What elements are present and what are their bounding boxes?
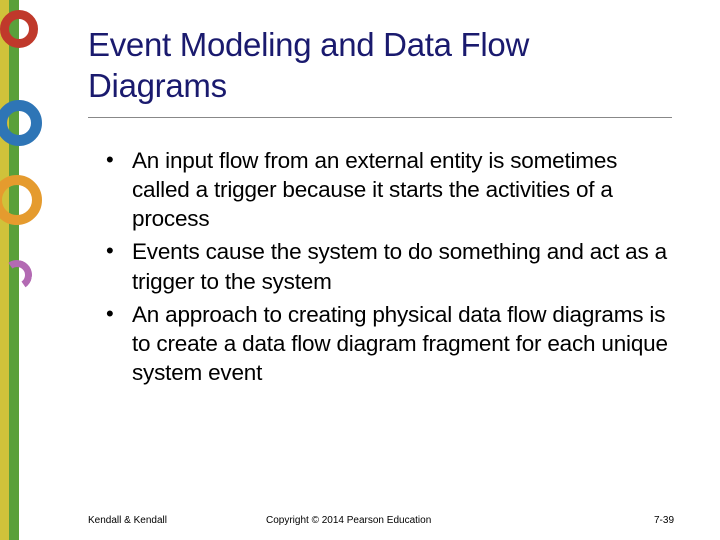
slide-content: Event Modeling and Data Flow Diagrams An… — [0, 0, 720, 540]
bullet-list: An input flow from an external entity is… — [88, 146, 672, 388]
bullet-item: An approach to creating physical data fl… — [112, 300, 672, 388]
bullet-item: An input flow from an external entity is… — [112, 146, 672, 234]
slide-title: Event Modeling and Data Flow Diagrams — [88, 24, 672, 118]
bullet-item: Events cause the system to do something … — [112, 237, 672, 296]
